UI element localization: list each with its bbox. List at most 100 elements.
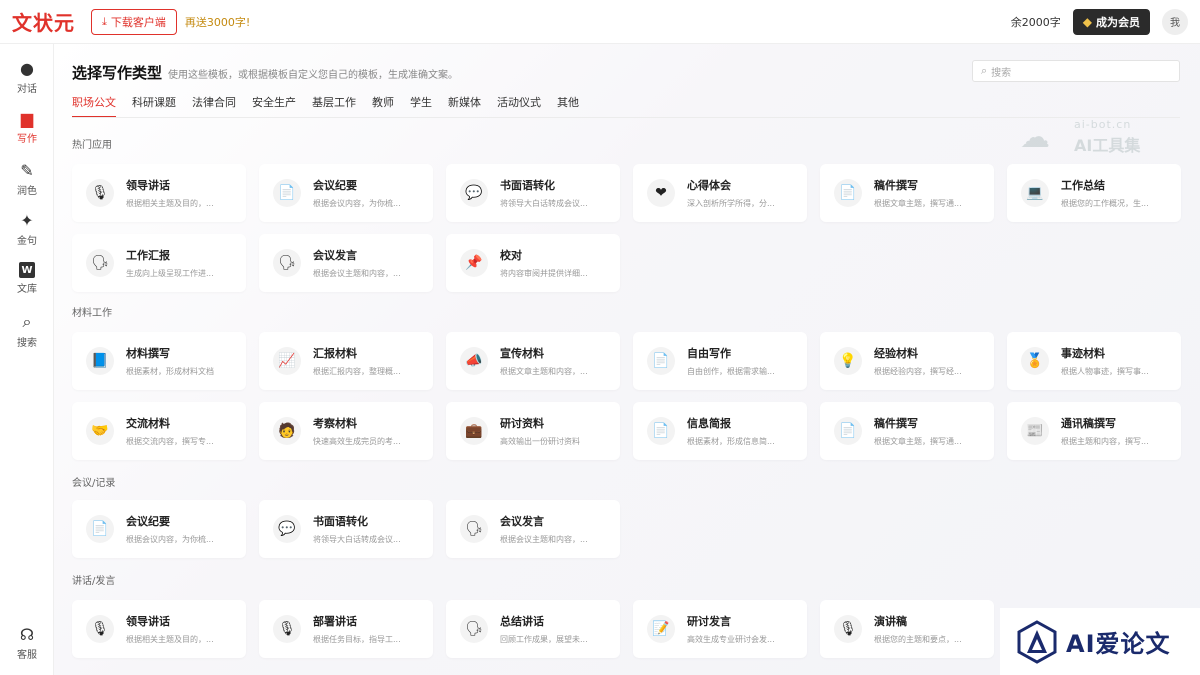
template-card[interactable]: 🎙 部署讲话 根据任务目标，指导工...: [259, 600, 433, 658]
sparkle-icon: ✦: [20, 210, 34, 230]
template-text: 领导讲话 根据相关主题及目的，...: [126, 613, 238, 645]
section-title: 材料工作: [72, 308, 112, 319]
section-title: 讲话/发言: [72, 576, 116, 587]
tools-icon: ✎: [20, 160, 34, 180]
sidebar-item-support[interactable]: ☊ 客服: [0, 624, 54, 662]
avatar[interactable]: 我: [1162, 8, 1188, 35]
template-text: 演讲稿 根据您的主题和要点，...: [874, 613, 986, 645]
tab-5[interactable]: 教师: [372, 94, 394, 118]
template-card[interactable]: 📈 汇报材料 根据汇报内容，整理概...: [259, 332, 433, 390]
template-name: 汇报材料: [313, 347, 357, 360]
template-card[interactable]: 📘 材料撰写 根据素材，形成材料文档: [72, 332, 246, 390]
template-card[interactable]: 📣 宣传材料 根据文章主题和内容，...: [446, 332, 620, 390]
template-text: 经验材料 根据经验内容，撰写经...: [874, 345, 986, 377]
template-text: 材料撰写 根据素材，形成材料文档: [126, 345, 238, 377]
template-card[interactable]: 🗣 会议发言 根据会议主题和内容，...: [259, 234, 433, 292]
template-name: 部署讲话: [313, 615, 357, 628]
tab-0[interactable]: 职场公文: [72, 94, 116, 118]
template-card[interactable]: 📌 校对 将内容审阅并提供详细...: [446, 234, 620, 292]
template-name: 演讲稿: [874, 615, 907, 628]
template-name: 领导讲话: [126, 179, 170, 192]
main-content: 选择写作类型 使用这些模板，或根据模板自定义您自己的模板，生成准确文案。 ⌕ 搜…: [54, 44, 1200, 675]
tab-7[interactable]: 新媒体: [448, 94, 481, 118]
category-tabs: 职场公文 科研课题 法律合同 安全生产 基层工作 教师 学生 新媒体 活动仪式 其他: [72, 94, 579, 118]
tab-2[interactable]: 法律合同: [192, 94, 236, 118]
sidebar-item-label: 搜索: [17, 338, 37, 349]
template-text: 宣传材料 根据文章主题和内容，...: [500, 345, 612, 377]
template-icon: 📌: [460, 249, 488, 277]
brand-text: AI爱论文: [1066, 630, 1171, 658]
search-input[interactable]: ⌕ 搜索: [972, 60, 1180, 82]
template-card[interactable]: 📄 会议纪要 根据会议内容，为你梳...: [72, 500, 246, 558]
template-card[interactable]: 📄 自由写作 自由创作，根据需求输...: [633, 332, 807, 390]
template-card[interactable]: 🧑 考察材料 快速高效生成完员的考...: [259, 402, 433, 460]
template-card[interactable]: 🎙 领导讲话 根据相关主题及目的，...: [72, 600, 246, 658]
template-icon: 📄: [647, 347, 675, 375]
template-name: 校对: [500, 249, 522, 262]
template-text: 书面语转化 将领导大白话转成会议...: [313, 513, 425, 545]
template-icon: 📄: [834, 417, 862, 445]
library-icon: W: [19, 262, 35, 278]
sidebar-item-library[interactable]: W 文库: [0, 262, 54, 295]
template-card[interactable]: 🗣 会议发言 根据会议主题和内容，...: [446, 500, 620, 558]
template-card[interactable]: 💼 研讨资料 高效输出一份研讨资料: [446, 402, 620, 460]
sidebar-item-quotes[interactable]: ✦ 金句: [0, 210, 54, 248]
template-icon: 📈: [273, 347, 301, 375]
template-description: 高效生成专业研讨会发...: [687, 635, 775, 644]
template-text: 心得体会 深入剖析所学所得，分...: [687, 177, 799, 209]
template-card[interactable]: 💡 经验材料 根据经验内容，撰写经...: [820, 332, 994, 390]
template-card[interactable]: 📄 稿件撰写 根据文章主题，撰写通...: [820, 402, 994, 460]
watermark-logo-icon: ☁: [1020, 120, 1050, 155]
sidebar-item-label: 金句: [17, 236, 37, 247]
template-card[interactable]: 💬 书面语转化 将领导大白话转成会议...: [259, 500, 433, 558]
search-icon: ⌕: [22, 312, 32, 331]
template-text: 书面语转化 将领导大白话转成会议...: [500, 177, 612, 209]
template-card[interactable]: 🗣 工作汇报 生成向上级呈现工作进...: [72, 234, 246, 292]
template-icon: 📝: [647, 615, 675, 643]
template-card[interactable]: 📄 会议纪要 根据会议内容，为你梳...: [259, 164, 433, 222]
template-description: 根据交流内容，撰写专...: [126, 437, 214, 446]
template-text: 汇报材料 根据汇报内容，整理概...: [313, 345, 425, 377]
sidebar-item-chat[interactable]: ● 对话: [0, 58, 54, 96]
template-card[interactable]: 📰 通讯稿撰写 根据主题和内容，撰写...: [1007, 402, 1181, 460]
template-name: 交流材料: [126, 417, 170, 430]
template-text: 交流材料根据交流内容，撰写专...: [126, 415, 238, 447]
tab-6[interactable]: 学生: [410, 94, 432, 118]
tab-4[interactable]: 基层工作: [312, 94, 356, 118]
template-card[interactable]: 🗣 总结讲话 回顾工作成果，展望未...: [446, 600, 620, 658]
template-text: 研讨发言 高效生成专业研讨会发...: [687, 613, 799, 645]
search-placeholder: 搜索: [991, 67, 1012, 79]
template-card[interactable]: 🎙 演讲稿 根据您的主题和要点，...: [820, 600, 994, 658]
template-description: 根据相关主题及目的，...: [126, 635, 214, 644]
template-card[interactable]: 📄 稿件撰写 根据文章主题，撰写通...: [820, 164, 994, 222]
template-card[interactable]: 📝 研讨发言 高效生成专业研讨会发...: [633, 600, 807, 658]
template-text: 信息简报 根据素材，形成信息简...: [687, 415, 799, 447]
tab-9[interactable]: 其他: [557, 94, 579, 118]
template-icon: 🗣: [460, 615, 488, 643]
tab-3[interactable]: 安全生产: [252, 94, 296, 118]
app-logo[interactable]: 文状元: [12, 7, 75, 36]
template-name: 工作汇报: [126, 249, 170, 262]
template-text: 工作汇报 生成向上级呈现工作进...: [126, 247, 238, 279]
sidebar: ● 对话 ▆ 写作 ✎ 润色 ✦ 金句 W 文库 ⌕ 搜索 ☊ 客服: [0, 44, 54, 675]
sidebar-item-polish[interactable]: ✎ 润色: [0, 160, 54, 198]
template-card[interactable]: 💻 工作总结 根据您的工作概况，生...: [1007, 164, 1181, 222]
sidebar-item-search[interactable]: ⌕ 搜索: [0, 312, 54, 349]
template-card[interactable]: 🎙 领导讲话 根据相关主题及目的，...: [72, 164, 246, 222]
template-description: 根据会议主题和内容，...: [500, 535, 588, 544]
template-card[interactable]: 💬 书面语转化 将领导大白话转成会议...: [446, 164, 620, 222]
template-card[interactable]: 🤝 交流材料 根据交流内容，撰写专...: [72, 402, 246, 460]
become-vip-button[interactable]: ◆ 成为会员: [1072, 8, 1150, 35]
sidebar-item-write[interactable]: ▆ 写作: [0, 104, 54, 150]
tab-8[interactable]: 活动仪式: [497, 94, 541, 118]
brand-badge: AI爱论文: [1000, 608, 1200, 675]
tab-1[interactable]: 科研课题: [132, 94, 176, 118]
template-description: 将领导大白话转成会议...: [500, 199, 588, 208]
template-description: 根据经验内容，撰写经...: [874, 367, 962, 376]
template-card[interactable]: 📄 信息简报 根据素材，形成信息简...: [633, 402, 807, 460]
template-name: 自由写作: [687, 347, 731, 360]
template-card[interactable]: ❤ 心得体会 深入剖析所学所得，分...: [633, 164, 807, 222]
template-icon: 📄: [834, 179, 862, 207]
download-client-button[interactable]: ⤓ 下载客户端: [91, 8, 177, 35]
template-card[interactable]: 🏅 事迹材料 根据人物事迹，撰写事...: [1007, 332, 1181, 390]
